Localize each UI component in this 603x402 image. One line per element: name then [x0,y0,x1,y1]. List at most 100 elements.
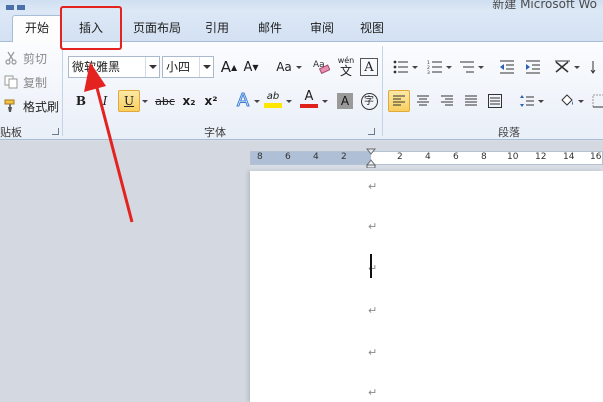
font-launcher-icon[interactable] [368,128,375,135]
distributed-icon [488,94,502,108]
document-page[interactable] [250,171,603,402]
shading-button[interactable] [556,90,578,112]
strikethrough-button[interactable]: abc [152,90,178,112]
ruler-label: 12 [535,152,547,162]
align-right-button[interactable] [436,90,458,112]
tab-references[interactable]: 引用 [196,16,238,42]
tab-view[interactable]: 视图 [350,16,394,42]
increase-indent-button[interactable] [522,56,544,78]
paragraph-mark: ↵ [368,304,378,317]
align-center-icon [417,95,429,106]
bold-label: B [75,94,87,108]
decrease-indent-button[interactable] [496,56,518,78]
indent-marker-icon[interactable] [365,148,377,169]
text-effects-dropdown-icon[interactable] [254,100,260,106]
group-separator [62,46,63,136]
highlight-dropdown-icon[interactable] [286,100,292,106]
horizontal-ruler[interactable]: 8 6 4 2 2 4 6 8 10 12 14 16 [250,151,603,165]
paint-bucket-icon [561,94,573,106]
strikethrough-label: abc [155,94,175,108]
font-family-combo[interactable]: 微软雅黑 [68,56,160,78]
grow-arrow-icon: ▲ [231,62,238,72]
highlight-button[interactable]: ab [262,88,284,110]
phonetic-char: 文 [339,64,352,78]
superscript-button[interactable]: x² [200,90,222,112]
bold-button[interactable]: B [70,90,92,112]
bullets-button[interactable] [390,56,412,78]
chevron-down-icon[interactable] [145,57,159,77]
tab-review[interactable]: 审阅 [300,16,344,42]
text-effects-button[interactable]: A [232,89,254,111]
change-case-label: Aa [276,60,292,74]
multilevel-list-button[interactable] [456,56,478,78]
character-border-button[interactable]: A [360,58,378,76]
change-case-button[interactable]: Aa [270,56,298,78]
align-left-button[interactable] [388,90,410,112]
clipboard-group-label: 贴板 [0,126,22,139]
phonetic-guide-button[interactable]: wén 文 [334,54,358,78]
line-spacing-button[interactable] [516,90,538,112]
sort-button[interactable] [586,56,603,78]
underline-label: U [123,94,135,108]
ruler-label: 6 [453,152,459,162]
underline-button[interactable]: U [118,90,140,112]
superscript-label: x² [204,94,218,108]
numbering-button[interactable]: 123 [424,56,446,78]
ruler-label: 4 [425,152,431,162]
chevron-down-icon[interactable] [199,57,213,77]
tab-home[interactable]: 开始 [12,15,62,43]
chinese-layout-dropdown-icon[interactable] [574,66,580,72]
change-case-dropdown-icon[interactable] [296,66,302,72]
grow-font-button[interactable]: A ▲ [218,56,240,78]
subscript-button[interactable]: x₂ [178,90,200,112]
font-color-button[interactable]: A [298,88,320,110]
font-color-dropdown-icon[interactable] [322,100,328,106]
workspace-background [0,141,250,402]
grow-font-label: A [220,58,232,76]
ruler-label: 14 [563,152,575,162]
copy-button[interactable]: 复制 [4,72,47,92]
multilevel-list-icon [460,61,474,73]
align-center-button[interactable] [412,90,434,112]
clear-format-button[interactable]: Aa [310,56,332,78]
tab-mailings[interactable]: 邮件 [248,16,292,42]
bullets-dropdown-icon[interactable] [412,66,418,72]
workspace-top-strip [0,141,603,151]
annotation-highlight-box [60,6,122,50]
align-left-icon [393,95,405,106]
line-spacing-icon [520,95,534,107]
italic-button[interactable]: I [94,90,116,112]
tab-page-layout[interactable]: 页面布局 [124,16,190,42]
ruler-label: 8 [257,152,263,162]
character-border-label: A [364,59,374,75]
font-color-bar [300,104,318,108]
clipboard-launcher-icon[interactable] [52,128,59,135]
brush-icon [4,99,18,113]
font-family-value: 微软雅黑 [72,60,121,74]
cut-button[interactable]: 剪切 [4,48,47,68]
shrink-font-button[interactable]: A ▼ [240,56,262,78]
paragraph-mark: ↵ [368,346,378,359]
format-painter-label: 格式刷 [23,99,60,114]
quick-access-toolbar[interactable] [6,0,36,10]
underline-dropdown-icon[interactable] [142,100,148,106]
align-right-icon [441,95,453,106]
copy-icon [4,75,18,89]
sort-icon [590,61,596,74]
chinese-layout-button[interactable] [552,56,574,78]
character-shading-button[interactable]: A [334,90,356,112]
font-size-combo[interactable]: 小四 [162,56,214,78]
numbering-icon: 123 [427,60,442,74]
line-spacing-dropdown-icon[interactable] [538,100,544,106]
shading-dropdown-icon[interactable] [578,100,584,106]
enclose-characters-button[interactable]: 字 [358,90,380,112]
numbering-dropdown-icon[interactable] [446,66,452,72]
justify-button[interactable] [460,90,482,112]
borders-button[interactable] [588,90,603,112]
italic-label: I [102,94,108,108]
format-painter-button[interactable]: 格式刷 [4,96,59,116]
decrease-indent-icon [500,60,514,74]
eraser-icon: Aa [312,58,331,77]
multilevel-dropdown-icon[interactable] [478,66,484,72]
distributed-button[interactable] [484,90,506,112]
